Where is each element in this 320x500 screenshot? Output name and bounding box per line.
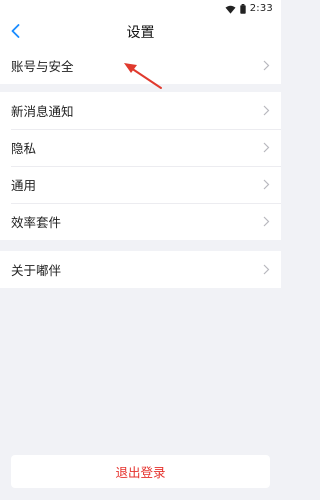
settings-item-about[interactable]: 关于嘟伴 [0, 251, 281, 288]
chevron-right-icon [263, 216, 270, 227]
chevron-right-icon [263, 142, 270, 153]
settings-item-label: 账号与安全 [11, 59, 74, 74]
settings-item-label: 通用 [11, 178, 37, 193]
wifi-icon [225, 0, 236, 18]
logout-label: 退出登录 [115, 465, 166, 480]
settings-group-account: 账号与安全 [0, 47, 281, 84]
settings-item-notifications[interactable]: 新消息通知 [0, 92, 281, 129]
settings-item-privacy[interactable]: 隐私 [0, 129, 281, 166]
nav-bar: 设置 [0, 16, 281, 47]
settings-group-about: 关于嘟伴 [0, 251, 281, 288]
settings-item-label: 效率套件 [11, 215, 62, 230]
chevron-right-icon [263, 179, 270, 190]
settings-item-label: 关于嘟伴 [11, 263, 62, 278]
status-icons: 2:33 [225, 1, 273, 15]
battery-icon [240, 0, 246, 18]
settings-item-account-security[interactable]: 账号与安全 [0, 47, 281, 84]
settings-item-label: 新消息通知 [11, 104, 74, 119]
status-time: 2:33 [249, 2, 273, 14]
chevron-right-icon [263, 105, 270, 116]
chevron-right-icon [263, 60, 270, 71]
page-title: 设置 [126, 25, 155, 41]
settings-item-label: 隐私 [11, 141, 37, 156]
logout-button[interactable]: 退出登录 [11, 455, 270, 488]
settings-group-general: 新消息通知 隐私 通用 效率套件 [0, 92, 281, 240]
status-bar: 2:33 [0, 0, 281, 16]
settings-item-productivity-suite[interactable]: 效率套件 [0, 203, 281, 240]
chevron-right-icon [263, 264, 270, 275]
settings-item-general[interactable]: 通用 [0, 166, 281, 203]
